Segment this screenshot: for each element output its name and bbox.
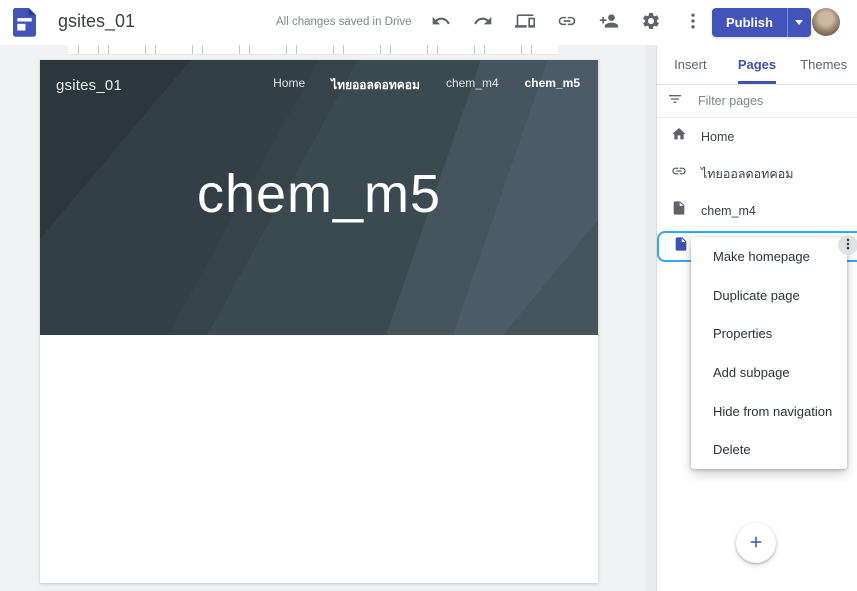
more-vert-icon: [841, 237, 855, 254]
menu-item-properties[interactable]: Properties: [691, 314, 847, 353]
page-item-label: ไทยออลดอทคอม: [701, 164, 794, 184]
menu-item-delete[interactable]: Delete: [691, 430, 847, 469]
more-vert-icon: [683, 11, 703, 34]
site-canvas[interactable]: gsites_01 Home ไทยออลดอทคอม chem_m4 chem…: [40, 60, 598, 583]
menu-item-make-homepage[interactable]: Make homepage: [691, 237, 847, 276]
tab-themes[interactable]: Themes: [790, 45, 857, 84]
save-status: All changes saved in Drive: [276, 16, 412, 28]
sites-logo-icon[interactable]: [13, 8, 36, 37]
vertical-scrollbar[interactable]: [646, 45, 656, 591]
nav-item-chem-m4[interactable]: chem_m4: [446, 76, 499, 95]
site-name[interactable]: gsites_01: [56, 77, 122, 94]
page-item-thai-link[interactable]: ไทยออลดอทคอม: [657, 155, 857, 192]
devices-icon: [515, 11, 535, 34]
tab-pages[interactable]: Pages: [724, 45, 791, 84]
share-button[interactable]: [594, 7, 624, 37]
account-avatar[interactable]: [812, 8, 840, 36]
menu-item-hide-from-navigation[interactable]: Hide from navigation: [691, 392, 847, 431]
filter-pages-input[interactable]: Filter pages: [657, 85, 857, 118]
site-banner[interactable]: gsites_01 Home ไทยออลดอทคอม chem_m4 chem…: [40, 60, 598, 335]
nav-item-thai-link[interactable]: ไทยออลดอทคอม: [331, 76, 420, 95]
sidebar-tabs: Insert Pages Themes: [657, 45, 857, 85]
top-bar: gsites_01 All changes saved in Drive Pub…: [0, 0, 857, 45]
page-more-options-button[interactable]: [838, 235, 857, 255]
link-icon: [671, 163, 687, 184]
site-navigation: Home ไทยออลดอทคอม chem_m4 chem_m5: [273, 76, 580, 95]
site-header: gsites_01 Home ไทยออลดอทคอม chem_m4 chem…: [40, 60, 598, 95]
menu-item-add-subpage[interactable]: Add subpage: [691, 353, 847, 392]
nav-item-chem-m5[interactable]: chem_m5: [525, 76, 580, 95]
nav-item-home[interactable]: Home: [273, 76, 305, 95]
toolbar: [426, 7, 708, 37]
page-icon: [673, 236, 689, 257]
copy-link-button[interactable]: [552, 7, 582, 37]
undo-icon: [431, 11, 451, 34]
page-title[interactable]: chem_m5: [40, 163, 598, 225]
link-icon: [557, 11, 577, 34]
undo-button[interactable]: [426, 7, 456, 37]
redo-icon: [473, 11, 493, 34]
page-item-home[interactable]: Home: [657, 118, 857, 155]
publish-button-group: Publish: [712, 8, 811, 37]
preview-button[interactable]: [510, 7, 540, 37]
editor-workspace: gsites_01 Home ไทยออลดอทคอม chem_m4 chem…: [0, 45, 656, 591]
page-icon: [671, 200, 687, 221]
tab-insert[interactable]: Insert: [657, 45, 724, 84]
document-title[interactable]: gsites_01: [58, 11, 135, 32]
menu-item-duplicate-page[interactable]: Duplicate page: [691, 276, 847, 315]
page-item-label: chem_m4: [701, 204, 756, 218]
filter-placeholder: Filter pages: [698, 94, 763, 108]
gear-icon: [641, 11, 661, 34]
settings-button[interactable]: [636, 7, 666, 37]
right-sidebar: Insert Pages Themes Filter pages Home ไท…: [656, 45, 857, 591]
more-options-button[interactable]: [678, 7, 708, 37]
ruler: [68, 45, 558, 55]
plus-icon: [747, 533, 765, 554]
page-item-chem-m4[interactable]: chem_m4: [657, 192, 857, 229]
add-page-button[interactable]: [736, 523, 776, 563]
filter-icon: [667, 91, 683, 112]
home-icon: [671, 126, 687, 147]
page-context-menu: Make homepage Duplicate page Properties …: [691, 237, 847, 469]
redo-button[interactable]: [468, 7, 498, 37]
publish-dropdown-button[interactable]: [787, 8, 811, 37]
page-item-label: Home: [701, 130, 734, 144]
caret-down-icon: [795, 20, 803, 25]
publish-button[interactable]: Publish: [712, 8, 787, 37]
page-body[interactable]: [40, 335, 598, 583]
person-add-icon: [599, 11, 619, 34]
